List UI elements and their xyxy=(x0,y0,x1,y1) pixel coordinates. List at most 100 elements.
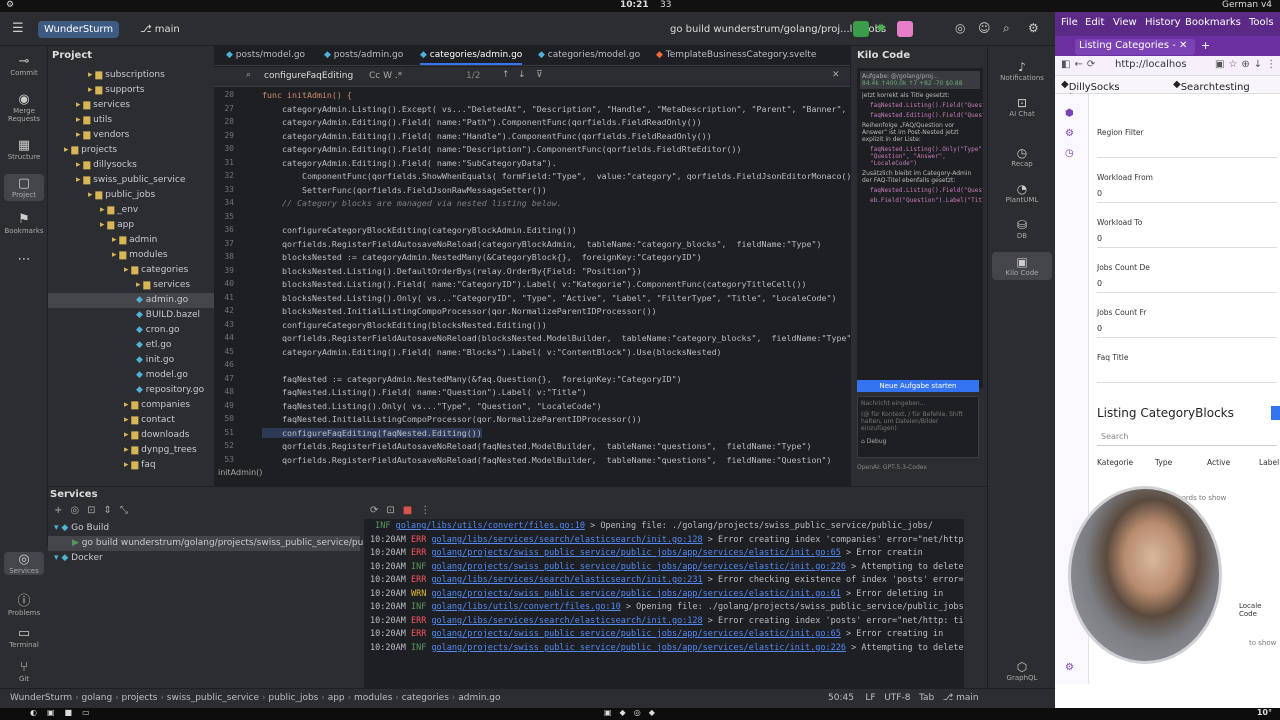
menu-edit[interactable]: Edit xyxy=(1085,17,1104,28)
code-line[interactable]: qorfields.RegisterFieldAutosaveNoReload(… xyxy=(262,441,812,451)
bookmark-dillysocks[interactable]: ◆ DillySocks | Server xyxy=(1061,79,1120,104)
tree-item[interactable]: ▸ ▆ supports xyxy=(48,83,214,98)
tree-item[interactable]: ▸ ▆ modules xyxy=(48,248,214,263)
url-input[interactable]: http://localhos xyxy=(1115,59,1187,70)
log-file-link[interactable]: golang/projects/swiss_public_service/pub… xyxy=(431,643,846,653)
tree-item[interactable]: ▸ ▆ vendors xyxy=(48,128,214,143)
commit-tool-button[interactable]: ⊸ Commit xyxy=(4,54,44,77)
breadcrumb-segment[interactable]: app xyxy=(328,693,345,703)
indent[interactable]: Tab xyxy=(919,693,934,703)
log-line[interactable]: 10:20AM INF golang/libs/utils/convert/fi… xyxy=(370,602,964,612)
service-item[interactable]: ▾ ◆ Docker xyxy=(48,551,360,566)
search-icon[interactable]: ⌕ xyxy=(1003,21,1019,37)
add-block-button[interactable] xyxy=(1271,406,1280,420)
code-line[interactable]: configureCategoryBlockEditing(blocksNest… xyxy=(262,320,547,330)
graphql-tool-button[interactable]: ⬡ GraphQL xyxy=(992,660,1052,682)
new-task-button[interactable]: Neue Aufgabe starten xyxy=(857,380,979,392)
log-line[interactable]: 10:20AM ERR golang/projects/swiss_public… xyxy=(370,629,943,639)
code-breadcrumb[interactable]: initAdmin() xyxy=(218,468,262,477)
log-line[interactable]: 10:20AM ERR golang/projects/swiss_public… xyxy=(370,548,923,558)
listing-search-input[interactable]: Search xyxy=(1097,428,1277,446)
log-line[interactable]: 10:20AM INF golang/projects/swiss_public… xyxy=(370,643,964,653)
app-settings-icon[interactable]: ⚙ xyxy=(1065,662,1074,673)
code-line[interactable]: // Category blocks are managed via neste… xyxy=(262,198,562,208)
filter-icon[interactable]: ⊽ xyxy=(536,70,543,80)
bookmarks-tool-button[interactable]: ⚑ Bookmarks xyxy=(4,212,44,235)
line-ending[interactable]: LF xyxy=(865,693,875,703)
tab-posts-model[interactable]: ◆ posts/model.go xyxy=(226,50,305,60)
tree-item[interactable]: ▸ ▆ utils xyxy=(48,113,214,128)
tree-item[interactable]: ▸ ▆ categories xyxy=(48,263,214,278)
form-field-input[interactable]: 0 xyxy=(1097,185,1277,203)
kilo-task-header[interactable]: Aufgabe: @/golang/proj... 84.4k ↑400.0k ↑… xyxy=(860,71,980,89)
log-line[interactable]: 10:20AM WRN golang/projects/swiss_public… xyxy=(370,589,943,599)
form-field-input[interactable] xyxy=(1097,365,1277,383)
nav-icons[interactable]: ◧←⟳ xyxy=(1061,59,1099,70)
tree-item[interactable]: ◆ BUILD.bazel xyxy=(48,308,214,323)
code-line[interactable]: qorfields.RegisterFieldAutosaveNoReload(… xyxy=(262,239,822,249)
tree-item[interactable]: ◆ cron.go xyxy=(48,323,214,338)
account-icon[interactable]: ☺ xyxy=(978,21,994,37)
service-item[interactable]: ▾ ◆ Go Build xyxy=(48,521,360,536)
tab-categories-model[interactable]: ◆ categories/model.go xyxy=(538,50,640,60)
app-nav-icons[interactable]: ⬢ ⚙ ◷ xyxy=(1065,104,1074,164)
terminal-tool-button[interactable]: ▭ Terminal xyxy=(4,626,44,649)
code-line[interactable]: categoryAdmin.Editing().Field( name:"Pat… xyxy=(262,117,702,127)
code-line[interactable]: blocksNested := categoryAdmin.NestedMany… xyxy=(262,252,702,262)
menu-file[interactable]: File xyxy=(1061,17,1078,28)
log-file-link[interactable]: golang/libs/services/search/elasticsearc… xyxy=(431,535,702,545)
breadcrumb-segment[interactable]: swiss_public_service xyxy=(167,693,259,703)
mode-selector[interactable]: ⌂ Debug xyxy=(861,438,975,445)
breadcrumb-segment[interactable]: projects xyxy=(122,693,158,703)
ai-assistant-icon[interactable]: ◎ xyxy=(955,21,971,37)
col-type[interactable]: Type xyxy=(1155,458,1172,467)
code-line[interactable]: qorfields.RegisterFieldAutosaveNoReload(… xyxy=(262,333,850,343)
code-line[interactable]: qorfields.RegisterFieldAutosaveNoReload(… xyxy=(262,455,831,465)
close-find-icon[interactable]: ✕ xyxy=(832,70,840,80)
col-kategorie[interactable]: Kategorie xyxy=(1097,458,1133,467)
debug-icon[interactable]: ✹ xyxy=(876,21,892,37)
merge-requests-tool-button[interactable]: ◉ Merge Requests xyxy=(4,92,44,123)
kilo-code-tool-button[interactable]: ▣ Kilo Code xyxy=(992,252,1052,280)
more-tools-icon[interactable]: ⋯ xyxy=(4,252,44,267)
log-file-link[interactable]: golang/libs/utils/convert/files.go:10 xyxy=(431,602,620,612)
stop-button[interactable] xyxy=(897,21,913,37)
taskbar-launchers[interactable]: ◐▣■▭ xyxy=(30,708,100,717)
encoding[interactable]: UTF-8 xyxy=(884,693,910,703)
tree-item[interactable]: ▸ ▆ admin xyxy=(48,233,214,248)
log-file-link[interactable]: golang/libs/services/search/elasticsearc… xyxy=(431,616,702,626)
tab-template-business-category[interactable]: ◆ TemplateBusinessCategory.svelte xyxy=(656,50,816,60)
code-line[interactable]: blocksNested.Listing().Only( vs..."Categ… xyxy=(262,293,836,303)
project-tool-button[interactable]: ▢ Project xyxy=(4,174,44,201)
close-tab-icon[interactable]: ✕ xyxy=(1179,40,1187,51)
file-path-breadcrumb[interactable]: WunderSturm › golang › projects › swiss_… xyxy=(10,693,501,703)
log-file-link[interactable]: golang/libs/services/search/elasticsearc… xyxy=(431,575,702,585)
code-line[interactable]: func initAdmin() { xyxy=(262,90,352,100)
code-line[interactable]: faqNested.InitialListingCompoProcessor(q… xyxy=(262,414,642,424)
tree-item[interactable]: ▸ ▆ faq xyxy=(48,458,214,473)
tree-item[interactable]: ◆ etl.go xyxy=(48,338,214,353)
db-tool-button[interactable]: ⛁ DB xyxy=(992,218,1052,240)
code-line[interactable]: blocksNested.InitialListingCompoProcesso… xyxy=(262,306,657,316)
next-match-icon[interactable]: ↓ xyxy=(518,70,526,80)
menu-history[interactable]: History xyxy=(1145,17,1181,28)
log-line[interactable]: 10:20AM INF golang/projects/swiss_public… xyxy=(370,562,964,572)
code-line[interactable]: faqNested := categoryAdmin.NestedMany(&f… xyxy=(262,374,682,384)
tab-posts-admin[interactable]: ◆ posts/admin.go xyxy=(324,50,403,60)
problems-tool-button[interactable]: ⓘ Problems xyxy=(4,590,44,617)
branch-selector[interactable]: ⎇ main xyxy=(140,24,180,35)
code-line[interactable]: SetterFunc(qorfields.FieldJsonRawMessage… xyxy=(262,185,547,195)
code-line[interactable]: categoryAdmin.Editing().Field( name:"Blo… xyxy=(262,347,722,357)
code-line[interactable]: categoryAdmin.Listing().Except( vs..."De… xyxy=(262,104,846,114)
code-line[interactable]: configureFaqEditing(faqNested.Editing()) xyxy=(262,427,482,438)
tree-item[interactable]: ▸ ▆ app xyxy=(48,218,214,233)
bookmark-searchtesting[interactable]: ◆ Searchtesting xyxy=(1173,79,1250,93)
structure-tool-button[interactable]: ▦ Structure xyxy=(4,138,44,161)
service-item[interactable]: ▶ go build wunderstrum/golang/projects/s… xyxy=(48,536,372,551)
form-field-input[interactable]: 0 xyxy=(1097,275,1277,293)
taskbar-apps[interactable]: ▣◆◎◆ xyxy=(604,708,663,717)
services-tool-button[interactable]: ◎ Services xyxy=(4,552,44,575)
log-line[interactable]: 10:20AM ERR golang/libs/services/search/… xyxy=(370,575,964,585)
log-file-link[interactable]: golang/projects/swiss_public_service/pub… xyxy=(431,562,846,572)
services-toolbar[interactable]: +◎⊡⇕⤡ xyxy=(54,505,136,516)
